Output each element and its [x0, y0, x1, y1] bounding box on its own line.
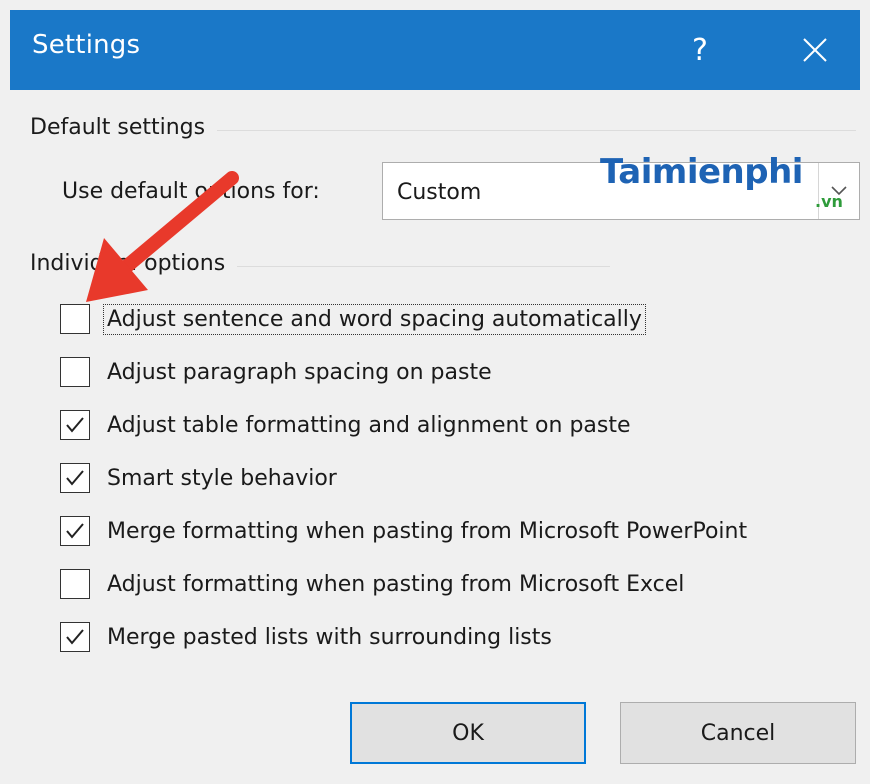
option-checkbox[interactable] [60, 516, 90, 546]
select-value: Custom [397, 180, 482, 205]
help-button[interactable]: ? [670, 24, 730, 76]
option-checkbox[interactable] [60, 357, 90, 387]
ok-button[interactable]: OK [350, 702, 586, 764]
option-row[interactable]: Adjust formatting when pasting from Micr… [60, 564, 687, 604]
checkmark-icon [66, 629, 84, 645]
option-checkbox[interactable] [60, 463, 90, 493]
option-label: Adjust sentence and word spacing automat… [103, 303, 646, 335]
option-row[interactable]: Merge formatting when pasting from Micro… [60, 511, 750, 551]
option-checkbox[interactable] [60, 569, 90, 599]
option-row[interactable]: Adjust sentence and word spacing automat… [60, 299, 646, 339]
watermark-suffix: .vn [815, 192, 843, 211]
close-icon [803, 38, 827, 62]
individual-options-heading: Individual options [30, 251, 238, 276]
dialog-body: Default settings Use default options for… [10, 90, 860, 784]
option-label: Merge pasted lists with surrounding list… [107, 624, 552, 650]
option-row[interactable]: Adjust paragraph spacing on paste [60, 352, 495, 392]
option-checkbox[interactable] [60, 410, 90, 440]
option-row[interactable]: Adjust table formatting and alignment on… [60, 405, 634, 445]
option-label: Merge formatting when pasting from Micro… [107, 518, 748, 544]
close-button[interactable] [785, 24, 845, 76]
option-label: Smart style behavior [107, 465, 337, 491]
cancel-button[interactable]: Cancel [620, 702, 856, 764]
checkmark-icon [66, 417, 84, 433]
title-bar: Settings ? [10, 10, 860, 90]
option-checkbox[interactable] [60, 622, 90, 652]
option-row[interactable]: Merge pasted lists with surrounding list… [60, 617, 555, 657]
option-label: Adjust table formatting and alignment on… [107, 412, 631, 438]
window-title: Settings [32, 30, 141, 60]
option-label: Adjust formatting when pasting from Micr… [107, 571, 685, 597]
option-row[interactable]: Smart style behavior [60, 458, 340, 498]
checkmark-icon [66, 470, 84, 486]
checkmark-icon [66, 523, 84, 539]
watermark-brand: Taimienphi [600, 152, 803, 192]
use-default-label: Use default options for: [62, 179, 320, 204]
default-settings-heading: Default settings [30, 115, 218, 140]
option-label: Adjust paragraph spacing on paste [107, 359, 492, 385]
watermark-logo: Taimienphi .vn [600, 152, 843, 211]
option-checkbox[interactable] [60, 304, 90, 334]
